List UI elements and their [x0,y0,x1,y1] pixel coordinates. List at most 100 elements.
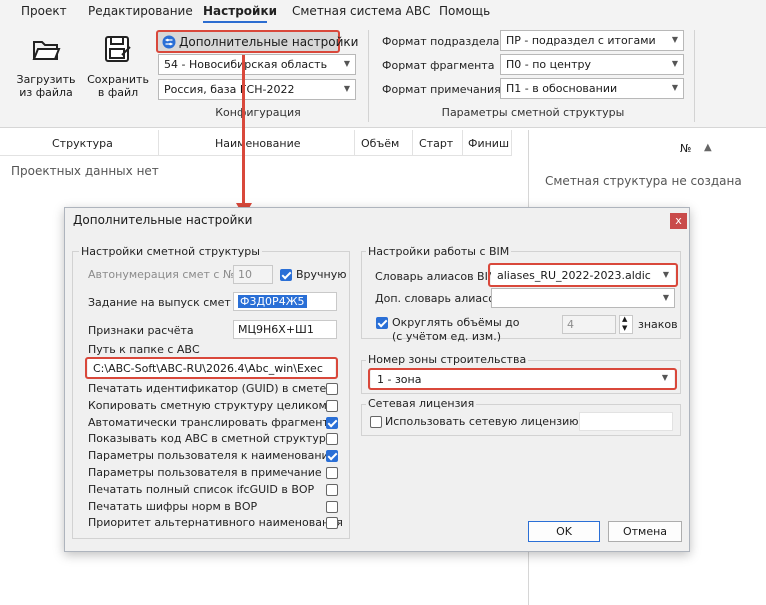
ok-button[interactable]: OK [528,521,600,542]
active-tab-indicator [203,21,267,23]
note-format-value: П1 - в обосновании [506,82,618,95]
note-format-label: Формат примечания [382,83,501,96]
col-divider [462,130,463,156]
zone-select[interactable]: 1 - зона ▼ [371,370,674,388]
chevron-down-icon: ▼ [343,84,350,93]
load-from-file-button[interactable]: Загрузить из файла [14,34,78,99]
col-name[interactable]: Наименование [215,137,300,150]
callout-arrow-line [242,55,245,207]
config-group-label: Конфигурация [215,106,301,119]
params-group-label: Параметры сметной структуры [441,106,625,119]
menu-abc-system[interactable]: Сметная система АВС [292,4,430,18]
col-divider [511,130,512,156]
manual-checkbox[interactable] [280,269,292,281]
round-digits-input[interactable]: 4 [562,315,616,334]
sort-ascending-icon[interactable]: ▲ [704,142,712,153]
fragment-format-select[interactable]: П0 - по центру ▼ [500,54,684,75]
chevron-down-icon: ▼ [343,59,350,68]
chevron-down-icon: ▼ [671,59,678,68]
col-volume[interactable]: Объём [361,137,399,150]
round-volumes-label: Округлять объёмы до [392,316,520,329]
bim-settings-title: Настройки работы с BIM [366,245,512,258]
calc-input[interactable]: МЦ9Н6Х+Ш1 [233,320,337,339]
alias-dictionary-select[interactable]: aliases_RU_2022-2023.aldic ▼ [491,265,675,285]
menu-help[interactable]: Помощь [439,4,490,18]
menu-edit[interactable]: Редактирование [88,4,193,18]
release-label: Задание на выпуск смет [88,296,231,309]
chevron-down-icon: ▼ [662,270,669,279]
option-label: Параметры пользователя в примечание [88,466,322,479]
subsection-format-label: Формат подраздела [382,35,500,48]
fragment-format-value: П0 - по центру [506,58,591,71]
option-checkbox[interactable] [326,400,338,412]
option-checkbox[interactable] [326,383,338,395]
alias-label: Словарь алиасов BIM [375,270,498,283]
chevron-down-icon: ▼ [671,35,678,44]
option-checkbox[interactable] [326,467,338,479]
round-volumes-checkbox[interactable] [376,317,388,329]
spin-down-icon[interactable]: ▼ [622,324,627,332]
col-divider [158,130,159,156]
menu-settings[interactable]: Настройки [203,4,277,18]
col-finish[interactable]: Финиш [468,137,509,150]
release-value: Ф3Д0Р4Ж5 [238,295,307,308]
option-checkbox[interactable] [326,517,338,529]
extra-alias-select[interactable]: ▼ [491,288,675,308]
close-button[interactable]: x [670,213,687,229]
structure-empty-message: Сметная структура не создана [545,174,742,188]
save-disk-icon [105,36,131,62]
option-checkbox[interactable] [326,450,338,462]
extra-settings-button[interactable]: Дополнительные настройки [156,30,358,53]
col-number[interactable]: № [680,142,691,155]
network-license-input[interactable] [579,412,673,431]
settings-sliders-icon [162,35,176,49]
col-divider [412,130,413,156]
license-group-title: Сетевая лицензия [366,397,477,410]
option-label: Копировать сметную структуру целиком [88,399,327,412]
extra-settings-label: Дополнительные настройки [179,35,359,49]
region-select[interactable]: 54 - Новосибирская область ▼ [158,54,356,75]
release-input[interactable]: Ф3Д0Р4Ж5 [233,292,337,311]
path-label: Путь к папке с АВС [88,343,200,356]
base-select[interactable]: Россия, база ГСН-2022 ▼ [158,79,356,100]
save-to-file-label: Сохранить в файл [87,73,149,99]
ribbon-separator [368,30,369,122]
alias-value: aliases_RU_2022-2023.aldic [497,269,651,282]
load-from-file-label: Загрузить из файла [16,73,76,99]
cancel-button[interactable]: Отмена [608,521,682,542]
col-start[interactable]: Старт [419,137,453,150]
extra-alias-label: Доп. словарь алиасов [375,292,502,305]
col-divider [354,130,355,156]
note-format-select[interactable]: П1 - в обосновании ▼ [500,78,684,99]
abc-path-input[interactable]: C:\ABC-Soft\ABC-RU\2026.4\Abc_win\Exec [88,359,335,377]
chevron-down-icon: ▼ [671,83,678,92]
round-volumes-sublabel: (с учётом ед. изм.) [392,330,501,343]
manual-label: Вручную [296,268,347,281]
calc-label: Признаки расчёта [88,324,194,337]
subsection-format-value: ПР - подраздел с итогами [506,34,656,47]
menu-project[interactable]: Проект [21,4,67,18]
option-checkbox[interactable] [326,433,338,445]
option-label: Приоритет альтернативного наименования [88,516,343,529]
option-checkbox[interactable] [326,417,338,429]
dialog-title: Дополнительные настройки [73,213,253,227]
fragment-format-label: Формат фрагмента [382,59,495,72]
zone-value: 1 - зона [377,373,422,386]
autonum-input[interactable]: 10 [233,265,273,284]
network-license-checkbox[interactable] [370,416,382,428]
zone-group-title: Номер зоны строительства [366,353,529,366]
round-digits-spinner[interactable]: ▲ ▼ [619,315,633,334]
subsection-format-select[interactable]: ПР - подраздел с итогами ▼ [500,30,684,51]
base-value: Россия, база ГСН-2022 [164,83,295,96]
save-to-file-button[interactable]: Сохранить в файл [86,34,150,99]
chevron-down-icon: ▼ [662,293,669,302]
folder-open-icon [32,41,61,60]
option-label: Автоматически транслировать фрагменты [88,416,338,429]
col-structure[interactable]: Структура [52,137,113,150]
spin-up-icon[interactable]: ▲ [622,315,627,323]
option-checkbox[interactable] [326,501,338,513]
round-unit-label: знаков [638,318,678,331]
option-label: Печатать шифры норм в ВОР [88,500,258,513]
option-checkbox[interactable] [326,484,338,496]
chevron-down-icon: ▼ [661,373,668,382]
